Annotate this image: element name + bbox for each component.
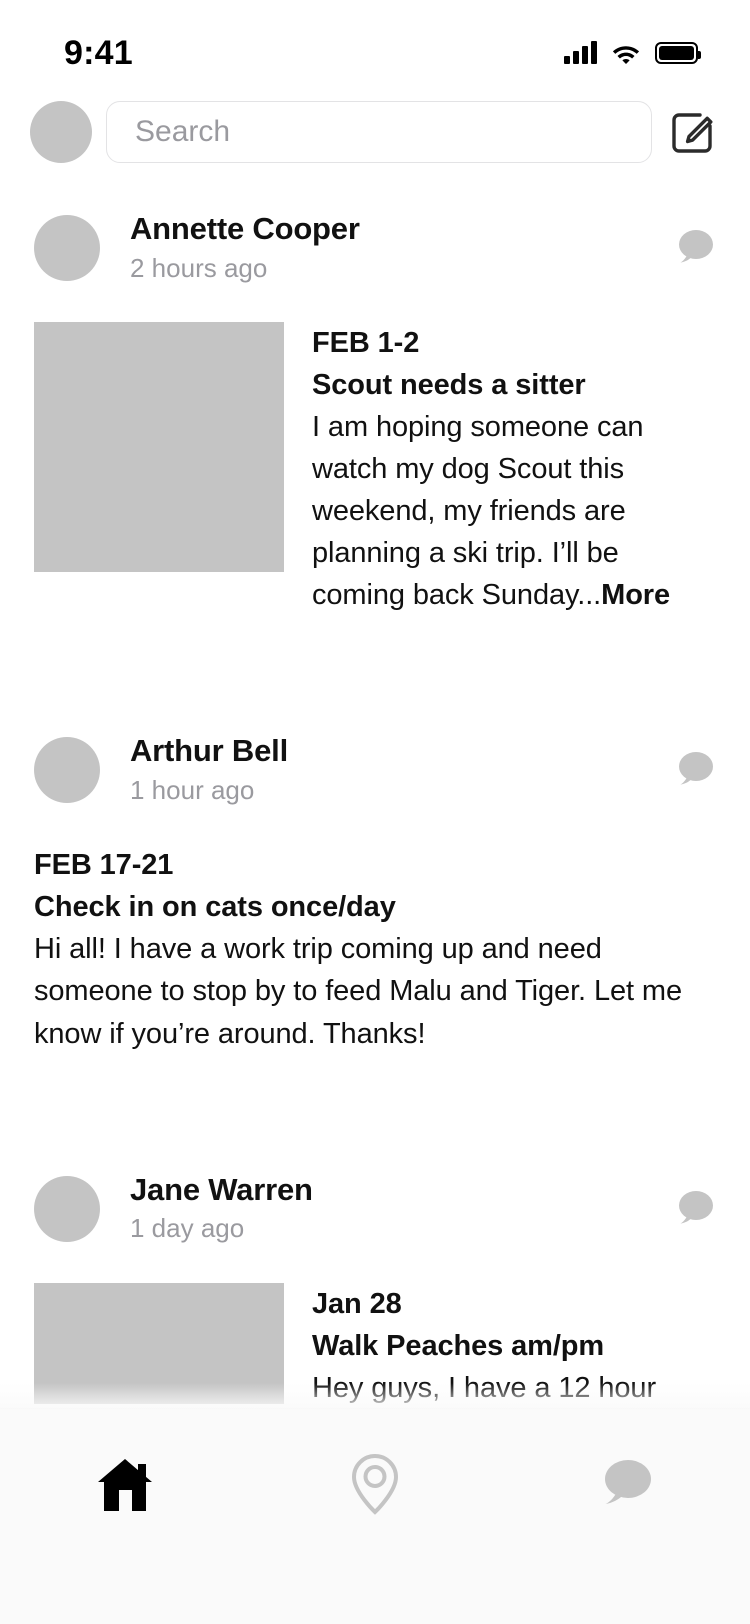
post-more-link[interactable]: More — [601, 579, 670, 611]
status-time: 9:41 — [64, 33, 133, 72]
chat-bubble-icon[interactable] — [672, 748, 716, 792]
post-date: FEB 17-21 — [34, 849, 174, 882]
post-author-block: Arthur Bell 1 hour ago — [130, 732, 672, 808]
chat-bubble-icon — [605, 1460, 651, 1504]
search-placeholder: Search — [135, 115, 231, 148]
post-body: FEB 1-2 Scout needs a sitter I am hoping… — [0, 322, 750, 616]
post-author-block: Annette Cooper 2 hours ago — [130, 210, 672, 286]
post-author-name: Arthur Bell — [130, 733, 288, 769]
avatar[interactable] — [34, 737, 100, 804]
tab-home[interactable] — [0, 1409, 250, 1559]
battery-icon — [655, 42, 701, 64]
status-bar: 9:41 — [0, 0, 750, 92]
chat-bubble-icon[interactable] — [672, 226, 716, 270]
post-author-block: Jane Warren 1 day ago — [130, 1171, 672, 1247]
post-body: FEB 17-21 Check in on cats once/day Hi a… — [0, 844, 750, 1054]
search-header: Search — [0, 96, 750, 168]
avatar[interactable] — [30, 101, 92, 163]
compose-icon — [672, 113, 713, 153]
location-pin-icon — [351, 1453, 399, 1515]
post-text-block: FEB 1-2 Scout needs a sitter I am hoping… — [312, 322, 716, 616]
post-title: Scout needs a sitter — [312, 369, 586, 402]
post-header: Annette Cooper 2 hours ago — [0, 190, 750, 306]
avatar[interactable] — [34, 215, 100, 281]
tab-map[interactable] — [250, 1409, 500, 1559]
post-description-text: I am hoping someone can watch my dog Sco… — [312, 411, 644, 612]
post-divider — [0, 1055, 750, 1151]
wifi-icon — [612, 46, 640, 64]
tab-messages[interactable] — [500, 1409, 750, 1559]
phone-screen: 9:41 Search Annette Cooper 2 hours ago F… — [0, 0, 750, 1624]
post-author-name: Annette Cooper — [130, 211, 360, 247]
post-image[interactable] — [34, 322, 284, 572]
post-header: Jane Warren 1 day ago — [0, 1151, 750, 1267]
status-indicators — [564, 28, 701, 64]
home-icon — [98, 1459, 152, 1511]
post-title: Check in on cats once/day — [34, 891, 396, 924]
post-date: FEB 1-2 — [312, 327, 420, 359]
post-date: Jan 28 — [312, 1287, 402, 1320]
post-header: Arthur Bell 1 hour ago — [0, 712, 750, 828]
post-timestamp: 1 day ago — [130, 1213, 245, 1244]
post-item[interactable]: Arthur Bell 1 hour ago FEB 17-21 Check i… — [0, 712, 750, 1054]
post-item[interactable]: Jane Warren 1 day ago Jan 28 Walk Peache… — [0, 1151, 750, 1404]
cellular-signal-icon — [564, 41, 597, 64]
post-author-name: Jane Warren — [130, 1171, 313, 1207]
bottom-tab-bar — [0, 1383, 750, 1624]
post-feed[interactable]: Annette Cooper 2 hours ago FEB 1-2 Scout… — [0, 190, 750, 1404]
compose-button[interactable] — [666, 105, 720, 159]
post-timestamp: 2 hours ago — [130, 252, 268, 283]
avatar[interactable] — [34, 1175, 100, 1242]
post-description: I am hoping someone can watch my dog Sco… — [312, 406, 716, 616]
chat-bubble-icon[interactable] — [672, 1187, 716, 1231]
post-description: Hi all! I have a work trip coming up and… — [34, 933, 682, 1050]
post-timestamp: 1 hour ago — [130, 775, 255, 806]
post-title: Walk Peaches am/pm — [312, 1329, 605, 1362]
post-text-block: FEB 17-21 Check in on cats once/day Hi a… — [34, 844, 716, 1054]
post-divider — [0, 616, 750, 712]
post-item[interactable]: Annette Cooper 2 hours ago FEB 1-2 Scout… — [0, 190, 750, 616]
search-input[interactable]: Search — [106, 101, 652, 163]
